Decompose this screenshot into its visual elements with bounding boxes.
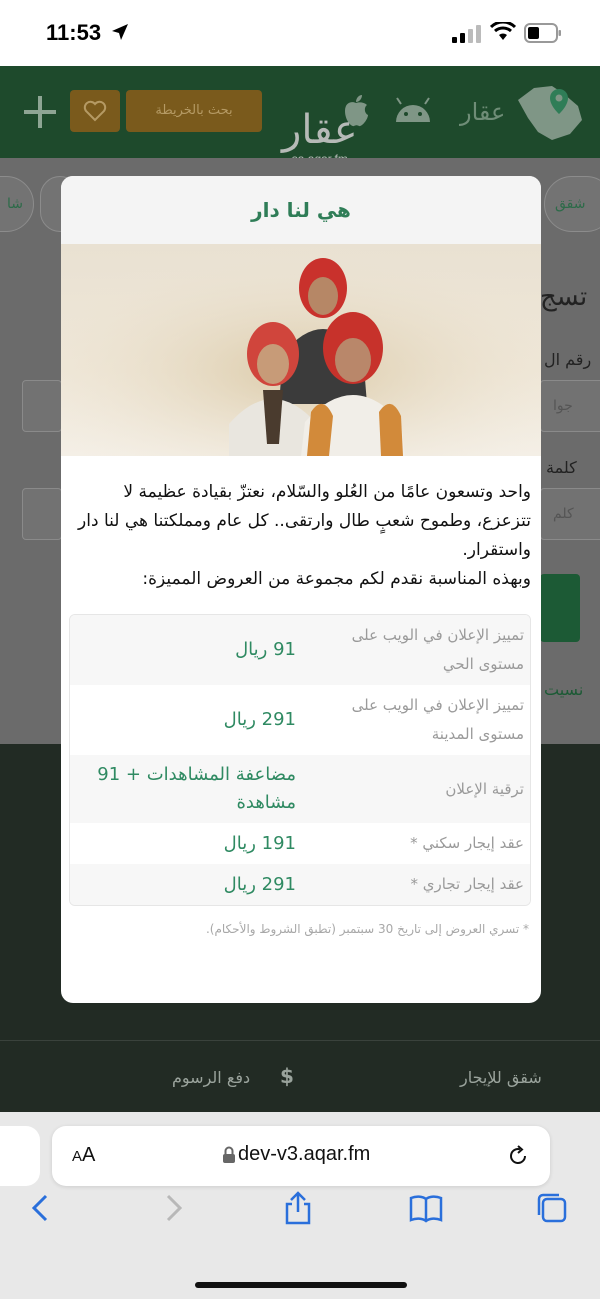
offer-label: عقد إيجار تجاري * — [410, 875, 524, 893]
offer-label: تمييز الإعلان في الويب على مستوى المدينة — [351, 696, 524, 743]
phone-label: رقم ال — [544, 350, 592, 369]
location-arrow-icon — [112, 24, 128, 40]
status-bar: 11:53 — [0, 0, 600, 66]
offer-price: 291 ريال — [223, 709, 296, 730]
phone-input[interactable]: جوا — [540, 380, 600, 432]
wifi-icon — [490, 22, 516, 40]
reload-icon[interactable] — [506, 1144, 530, 1168]
footer-divider — [0, 1040, 600, 1041]
cellular-signal-icon — [452, 25, 481, 43]
back-icon[interactable] — [24, 1190, 60, 1226]
offer-label: عقد إيجار سكني * — [410, 834, 524, 852]
add-listing-icon[interactable] — [22, 94, 58, 130]
offer-row: تمييز الإعلان في الويب على مستوى المدينة… — [70, 685, 530, 755]
footer-link-rent[interactable]: شقق للإيجار — [460, 1068, 542, 1087]
text-size-button[interactable]: AA — [72, 1144, 95, 1167]
previous-tab-pill[interactable] — [0, 1126, 40, 1186]
phone-input-left[interactable] — [22, 380, 62, 432]
offer-row: عقد إيجار سكني * 191 ريال — [70, 823, 530, 864]
offer-price: 91 ريال — [235, 639, 296, 660]
promo-modal[interactable]: هي لنا دار واحد وتسعون عامًا من العُلو و… — [61, 176, 541, 1003]
offer-row: تمييز الإعلان في الويب على مستوى الحي 91… — [70, 615, 530, 685]
login-heading: تسج — [540, 282, 588, 312]
password-input-left[interactable] — [22, 488, 62, 540]
battery-icon — [524, 23, 561, 43]
footer-link-fees[interactable]: دفع الرسوم — [172, 1068, 250, 1087]
modal-body: واحد وتسعون عامًا من العُلو والسّلام، نع… — [61, 456, 541, 594]
heart-icon — [83, 100, 107, 122]
status-time: 11:53 — [46, 20, 102, 45]
favorites-button[interactable] — [70, 90, 120, 132]
saudi-map-logo-icon[interactable] — [512, 80, 584, 144]
dollar-icon: $ — [280, 1064, 294, 1088]
offer-price: مضاعفة المشاهدات + 91 مشاهدة — [97, 764, 296, 813]
android-icon[interactable] — [392, 96, 434, 126]
offer-price: 191 ريال — [223, 832, 296, 854]
modal-paragraph: واحد وتسعون عامًا من العُلو والسّلام، نع… — [78, 482, 531, 560]
modal-intro: وبهذه المناسبة نقدم لكم مجموعة من العروض… — [142, 569, 531, 589]
url-text[interactable]: dev-v3.aqar.fm — [238, 1143, 370, 1166]
brand-name: عقار — [460, 98, 506, 126]
password-input[interactable]: كلم — [540, 488, 600, 540]
home-indicator — [195, 1282, 407, 1288]
forward-icon[interactable] — [154, 1190, 190, 1226]
category-chip[interactable]: شقق — [544, 176, 600, 232]
offer-label: ترقية الإعلان — [445, 779, 524, 798]
password-label: كلمة — [546, 458, 577, 477]
address-bar[interactable]: AA dev-v3.aqar.fm — [52, 1126, 550, 1186]
forgot-password-link[interactable]: نسيت — [544, 680, 583, 699]
offer-row: ترقية الإعلان مضاعفة المشاهدات + 91 مشاه… — [70, 755, 530, 823]
map-search-button[interactable]: بحث بالخريطة — [126, 90, 262, 132]
bookmarks-icon[interactable] — [408, 1190, 444, 1226]
share-icon[interactable] — [280, 1190, 316, 1226]
modal-title: هي لنا دار — [61, 176, 541, 244]
login-button[interactable] — [540, 574, 580, 642]
offers-table: تمييز الإعلان في الويب على مستوى الحي 91… — [69, 614, 531, 906]
national-day-banner-image — [61, 244, 541, 456]
tabs-icon[interactable] — [534, 1190, 570, 1226]
watermark-word: عقار — [282, 107, 358, 153]
offer-label: تمييز الإعلان في الويب على مستوى الحي — [351, 626, 524, 673]
offers-note: * تسري العروض إلى تاريخ 30 سبتمبر (تطبق … — [205, 922, 529, 936]
lock-icon — [223, 1146, 235, 1163]
offer-price: 291 ريال — [223, 873, 296, 895]
offer-row: عقد إيجار تجاري * 291 ريال — [70, 864, 530, 905]
